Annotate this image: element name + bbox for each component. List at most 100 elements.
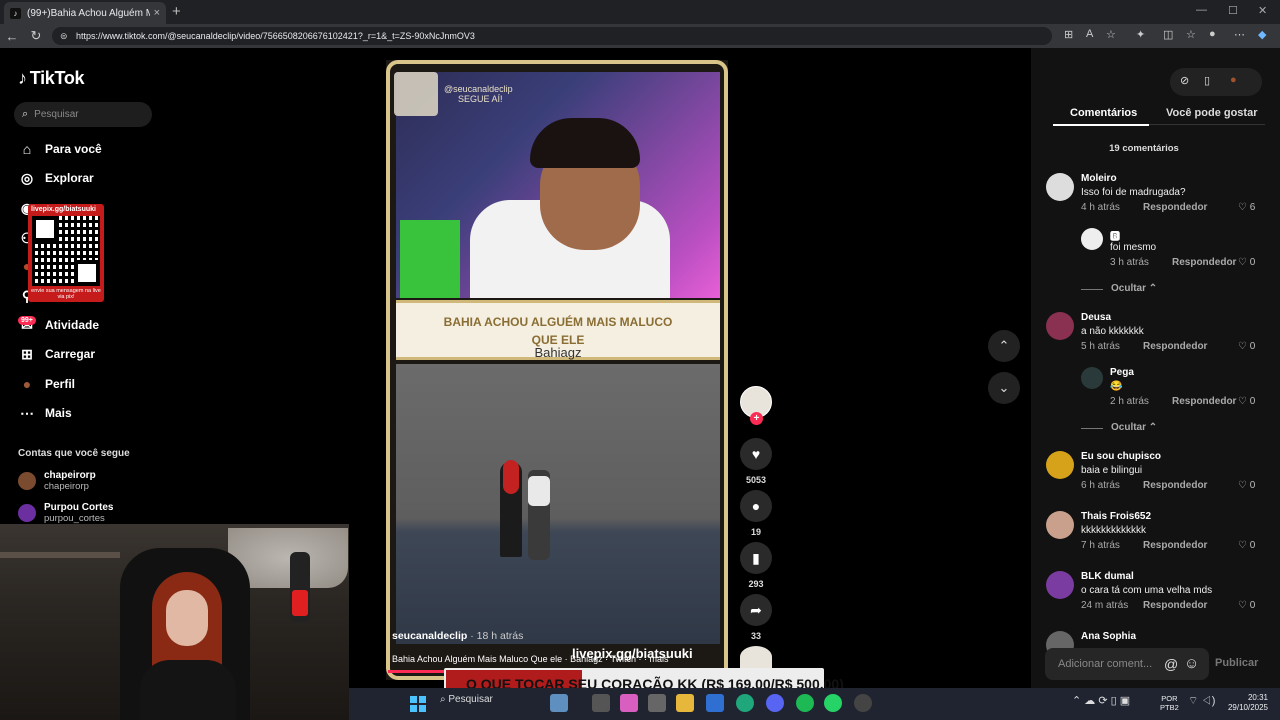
commenter-avatar[interactable] <box>1081 367 1103 389</box>
nav-profile[interactable]: ● Perfil <box>18 374 75 394</box>
commenter-avatar[interactable] <box>1046 173 1074 201</box>
previous-video-button[interactable]: ⌃ <box>988 330 1020 362</box>
reply-button[interactable]: Respondedor <box>1172 257 1236 268</box>
minimize-button[interactable]: — <box>1196 4 1207 16</box>
browser-menu-icon[interactable]: ⋯ <box>1234 28 1245 41</box>
reply-button[interactable]: Respondedor <box>1143 202 1207 213</box>
browser-profile-icon[interactable]: ● <box>1209 28 1216 40</box>
copilot-app-icon[interactable] <box>620 694 638 712</box>
reply-button[interactable]: Respondedor <box>1143 480 1207 491</box>
favorite-star-icon[interactable]: ☆ <box>1106 28 1116 41</box>
comment-like-button[interactable]: ♡ 0 <box>1238 480 1255 491</box>
comment-like-button[interactable]: ♡ 0 <box>1238 257 1255 268</box>
favorites-icon[interactable]: ☆ <box>1186 28 1196 41</box>
url-field[interactable]: ⊜ https://www.tiktok.com/@seucanaldeclip… <box>52 27 1052 45</box>
commenter-avatar[interactable] <box>1046 571 1074 599</box>
comment-icon[interactable]: ● <box>740 490 772 522</box>
share-icon[interactable]: ➦ <box>740 594 772 626</box>
bookmark-icon[interactable]: ▮ <box>740 542 772 574</box>
tab-you-may-like[interactable]: Você pode gostar <box>1166 107 1257 119</box>
followed-account[interactable]: Purpou Cortes purpou_cortes <box>18 502 113 524</box>
nav-for-you[interactable]: ⌂ Para você <box>18 139 102 159</box>
edge-icon[interactable] <box>736 694 754 712</box>
heart-icon[interactable]: ♥ <box>740 438 772 470</box>
browser-tab[interactable]: ♪ (99+)Bahia Achou Alguém Mais Maluco...… <box>4 2 166 24</box>
system-tray[interactable]: ⌃ ☁ ⟳ ▯ ▣ <box>1072 694 1130 707</box>
video-author[interactable]: seucanaldeclip · 18 h atrás <box>392 630 523 642</box>
coins-icon[interactable]: ⊘ <box>1180 74 1189 87</box>
back-icon[interactable]: ← <box>0 29 24 44</box>
copilot-icon[interactable]: ◆ <box>1258 28 1266 41</box>
commenter-name[interactable]: BLK dumal <box>1081 571 1134 582</box>
author-name[interactable]: seucanaldeclip <box>392 630 467 642</box>
refresh-icon[interactable]: ↻ <box>24 28 48 44</box>
task-view-icon[interactable] <box>592 694 610 712</box>
input-language[interactable]: POR PTB2 <box>1160 694 1179 712</box>
tab-close-icon[interactable]: × <box>154 7 160 19</box>
search-input[interactable]: ⌕ Pesquisar <box>14 102 152 127</box>
search-icon: ⌕ <box>22 108 29 120</box>
emoji-icon[interactable]: ☺ <box>1184 655 1199 672</box>
browser-tab-bar <box>0 0 1280 24</box>
taskbar-clock[interactable]: 20:31 29/10/2025 <box>1224 693 1268 713</box>
user-avatar[interactable]: ● <box>1230 74 1237 86</box>
nav-more[interactable]: ⋯ Mais <box>18 403 72 423</box>
close-window-button[interactable]: ✕ <box>1258 4 1267 17</box>
save-action[interactable]: ▮ 293 <box>740 542 772 589</box>
windows-start-icon[interactable] <box>410 696 426 712</box>
comment-like-button[interactable]: ♡ 0 <box>1238 540 1255 551</box>
comment-like-button[interactable]: ♡ 6 <box>1238 202 1255 213</box>
new-tab-button[interactable]: + <box>172 3 181 20</box>
obs-icon[interactable] <box>854 694 872 712</box>
whatsapp-icon[interactable] <box>824 694 842 712</box>
share-action[interactable]: ➦ 33 <box>740 594 772 641</box>
taskbar-search[interactable]: ⌕ Pesquisar <box>440 694 493 705</box>
comment-like-button[interactable]: ♡ 0 <box>1238 600 1255 611</box>
maximize-button[interactable]: ☐ <box>1228 4 1238 17</box>
tiktok-logo[interactable]: ♪ TikTok <box>18 68 85 89</box>
discord-icon[interactable] <box>766 694 784 712</box>
next-video-button[interactable]: ⌄ <box>988 372 1020 404</box>
like-action[interactable]: ♥ 5053 <box>740 438 772 485</box>
commenter-name[interactable]: Eu sou chupisco <box>1081 451 1161 462</box>
hide-replies-button[interactable]: Ocultar ⌃ <box>1080 422 1157 433</box>
commenter-name[interactable]: Deusa <box>1081 312 1111 323</box>
comment-action[interactable]: ● 19 <box>740 490 772 537</box>
read-aloud-icon[interactable]: A <box>1086 28 1093 40</box>
file-explorer-icon[interactable] <box>676 694 694 712</box>
taskbar-widget-icon[interactable] <box>550 694 568 712</box>
nav-upload[interactable]: ⊞ Carregar <box>18 344 95 364</box>
split-screen-icon[interactable]: ◫ <box>1163 28 1173 41</box>
store-icon[interactable] <box>648 694 666 712</box>
mention-icon[interactable]: @ <box>1164 656 1178 672</box>
reply-button[interactable]: Respondedor <box>1143 600 1207 611</box>
commenter-avatar[interactable] <box>1046 451 1074 479</box>
tab-comments[interactable]: Comentários <box>1070 107 1137 119</box>
spotify-icon[interactable] <box>796 694 814 712</box>
network-volume-icon[interactable]: ⌔ ◁) <box>1188 694 1215 708</box>
outlook-icon[interactable] <box>706 694 724 712</box>
hide-replies-button[interactable]: Ocultar ⌃ <box>1080 283 1157 294</box>
follow-plus-icon[interactable]: + <box>750 412 763 425</box>
reply-button[interactable]: Respondedor <box>1172 396 1236 407</box>
commenter-name[interactable]: Moleiro <box>1081 173 1117 184</box>
commenter-avatar[interactable] <box>1046 312 1074 340</box>
extensions-icon[interactable]: ✦ <box>1136 28 1145 41</box>
reply-button[interactable]: Respondedor <box>1143 341 1207 352</box>
followed-account[interactable]: chapeirorp chapeirorp <box>18 470 96 492</box>
comment-like-button[interactable]: ♡ 0 <box>1238 396 1255 407</box>
site-info-icon[interactable]: ⊜ <box>60 27 68 45</box>
commenter-name[interactable]: Pega <box>1110 367 1134 378</box>
comment-like-button[interactable]: ♡ 0 <box>1238 341 1255 352</box>
reply-button[interactable]: Respondedor <box>1143 540 1207 551</box>
commenter-name[interactable]: Thais Frois652 <box>1081 511 1151 522</box>
commenter-name[interactable]: 🅱 <box>1110 228 1120 243</box>
commenter-avatar[interactable] <box>1046 511 1074 539</box>
nav-explore[interactable]: ◎ Explorar <box>18 168 94 188</box>
commenter-name[interactable]: Ana Sophia <box>1081 631 1136 642</box>
apps-icon[interactable]: ⊞ <box>1064 28 1073 41</box>
device-icon[interactable]: ▯ <box>1204 74 1210 87</box>
publish-button[interactable]: Publicar <box>1215 657 1258 669</box>
sound-disc-icon[interactable] <box>740 646 772 668</box>
commenter-avatar[interactable] <box>1081 228 1103 250</box>
